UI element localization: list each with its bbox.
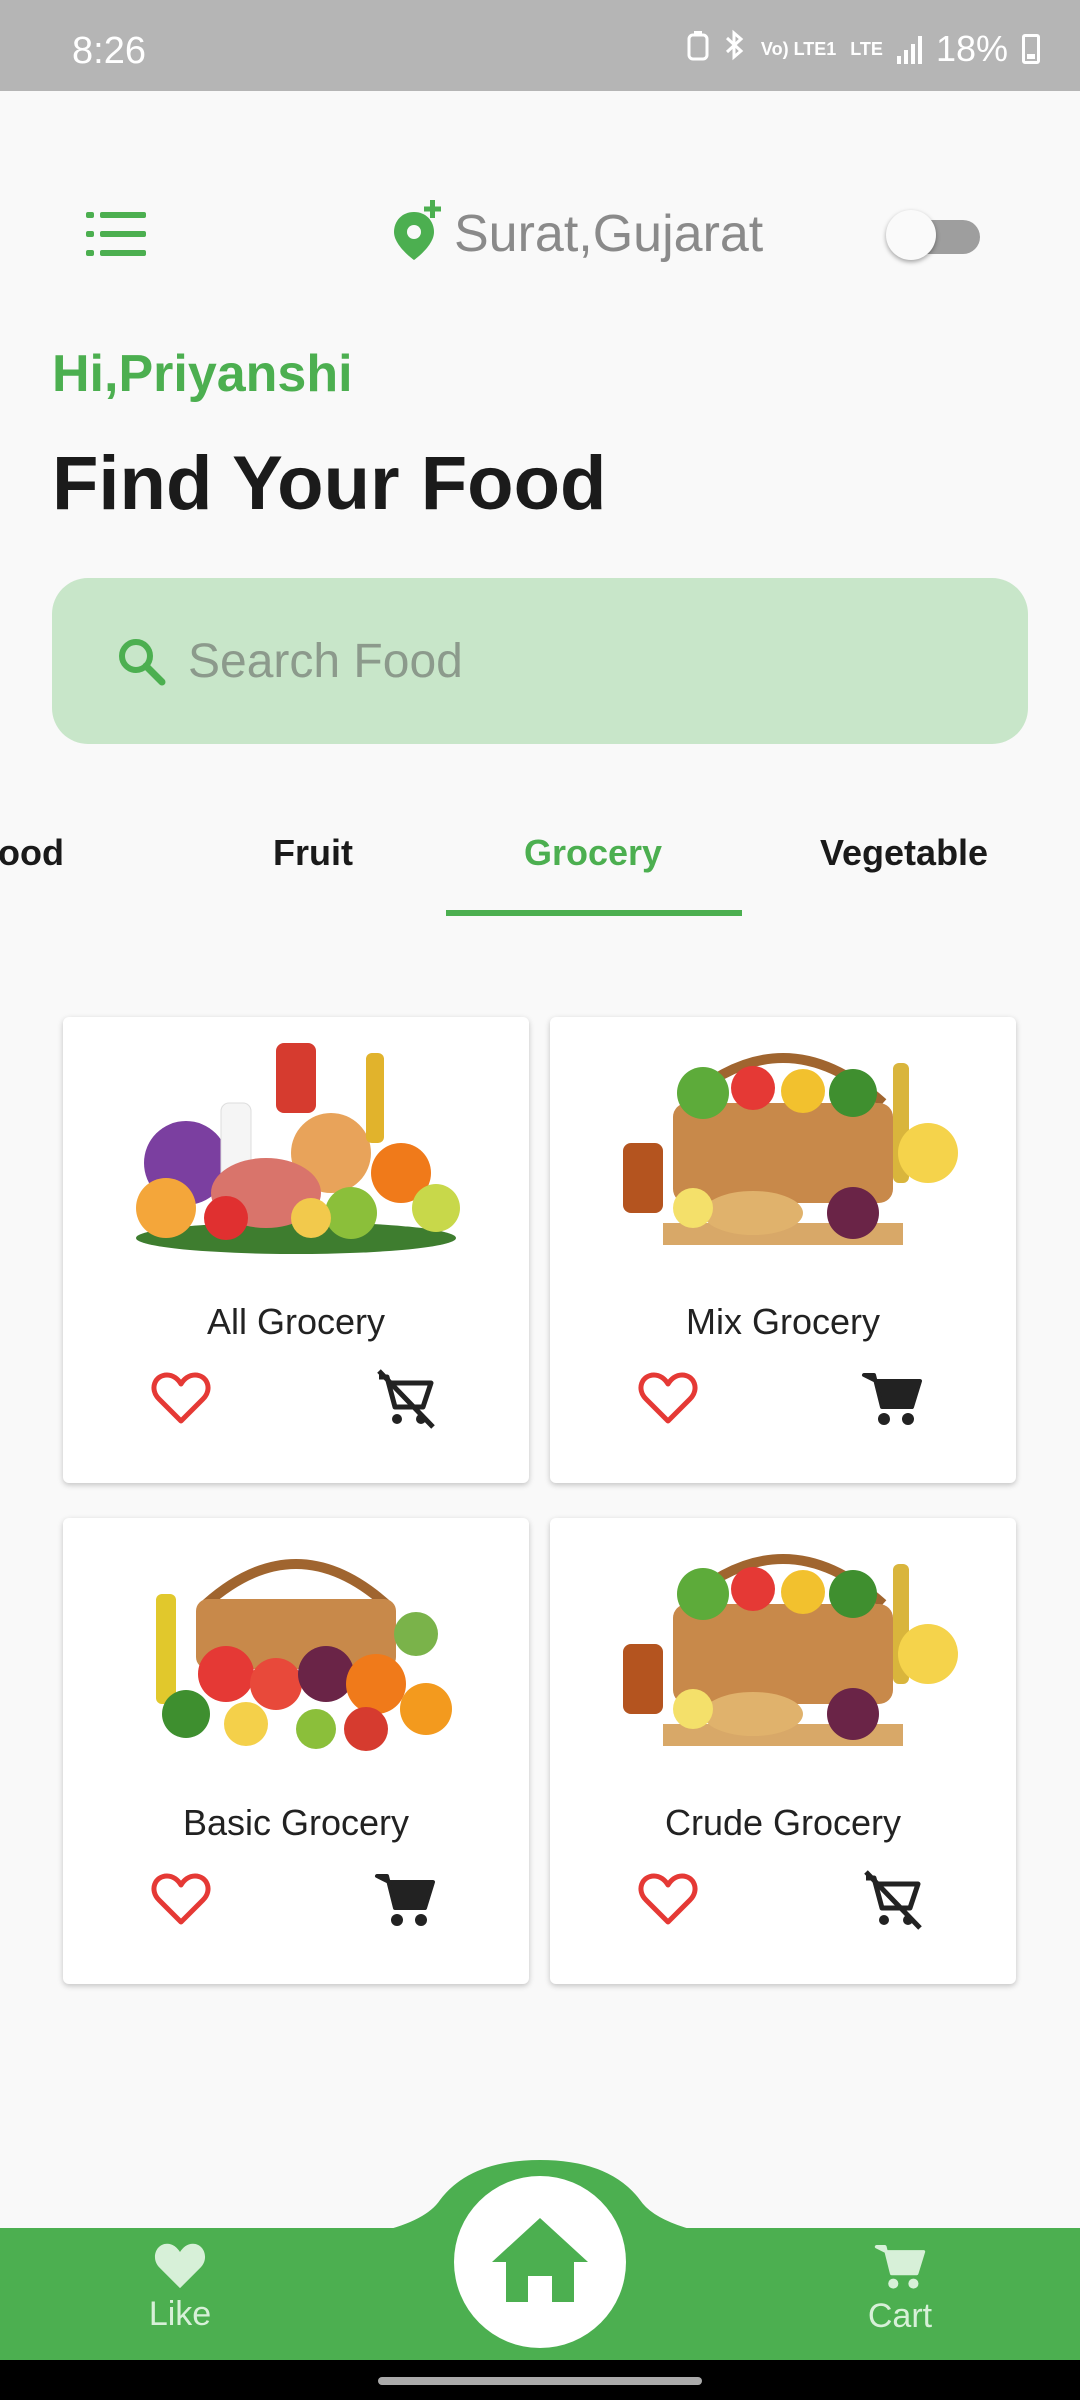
status-time: 8:26	[72, 30, 146, 72]
add-to-cart-button[interactable]	[373, 1868, 437, 1930]
add-to-cart-button[interactable]	[860, 1367, 924, 1429]
bluetooth-icon	[723, 28, 747, 70]
heart-outline-icon	[151, 1873, 211, 1925]
nav-like[interactable]: Like	[100, 2240, 260, 2334]
remove-cart-icon	[864, 1870, 922, 1930]
search-icon	[116, 636, 166, 691]
status-icons: Vo) LTE1 LTE 18%	[687, 28, 1040, 70]
page-title: Find Your Food	[52, 441, 607, 526]
heart-outline-icon	[638, 1372, 698, 1424]
tab-vegetable[interactable]: Vegetable	[820, 832, 988, 874]
alarm-icon	[687, 28, 709, 70]
product-image	[156, 1559, 452, 1751]
toggle-thumb	[886, 210, 936, 260]
location-selector[interactable]: Surat,Gujarat	[392, 200, 763, 267]
heart-outline-icon	[151, 1372, 211, 1424]
product-card[interactable]: Basic Grocery	[63, 1518, 529, 1984]
search-bar[interactable]	[52, 578, 1028, 744]
product-name: Crude Grocery	[664, 1802, 902, 1843]
product-image	[136, 1043, 460, 1254]
status-bar: 8:26 Vo) LTE1 LTE 18%	[0, 0, 1080, 91]
lte-indicator: LTE	[850, 39, 883, 59]
greeting-text: Hi,Priyanshi	[52, 345, 353, 403]
volte-indicator: Vo) LTE1	[760, 39, 837, 59]
cart-icon	[874, 2245, 926, 2289]
tab-grocery[interactable]: Grocery	[524, 832, 662, 874]
product-card[interactable]: Mix Grocery	[550, 1017, 1016, 1483]
product-image	[623, 1554, 958, 1746]
heart-icon	[154, 2243, 206, 2289]
add-to-cart-button[interactable]	[373, 1367, 437, 1429]
menu-button[interactable]	[86, 212, 146, 256]
favorite-button[interactable]	[638, 1369, 698, 1427]
system-gesture-bar	[0, 2360, 1080, 2400]
product-name: Mix Grocery	[685, 1301, 880, 1342]
add-to-cart-button[interactable]	[860, 1868, 924, 1930]
signal-icon	[896, 34, 922, 64]
product-name: All Grocery	[206, 1301, 386, 1342]
cart-icon	[862, 1373, 922, 1425]
nav-cart[interactable]: Cart	[820, 2240, 980, 2336]
nav-like-label: Like	[148, 2295, 212, 2333]
category-tabs: Fast Food Fruit Grocery Vegetable	[0, 806, 1080, 918]
nav-cart-label: Cart	[867, 2297, 933, 2335]
home-icon	[492, 2218, 588, 2302]
product-image	[623, 1053, 958, 1245]
favorite-button[interactable]	[638, 1870, 698, 1928]
favorite-button[interactable]	[151, 1369, 211, 1427]
product-name: Basic Grocery	[182, 1802, 410, 1843]
product-card[interactable]: All Grocery	[63, 1017, 529, 1483]
location-pin-icon	[392, 200, 444, 267]
tab-fruit[interactable]: Fruit	[273, 832, 353, 874]
favorite-button[interactable]	[151, 1870, 211, 1928]
remove-cart-icon	[377, 1369, 435, 1429]
cart-icon	[375, 1874, 435, 1926]
location-label: Surat,Gujarat	[454, 204, 764, 263]
home-button[interactable]	[454, 2176, 626, 2348]
battery-percent: 18%	[935, 28, 1008, 69]
search-input[interactable]	[188, 626, 988, 696]
gesture-handle[interactable]	[378, 2377, 702, 2385]
tab-fast-food[interactable]: Fast Food	[0, 832, 64, 874]
heart-outline-icon	[638, 1873, 698, 1925]
product-card[interactable]: Crude Grocery	[550, 1518, 1016, 1984]
mode-toggle[interactable]	[886, 208, 984, 260]
tab-indicator	[446, 910, 742, 916]
battery-icon	[1022, 34, 1040, 64]
